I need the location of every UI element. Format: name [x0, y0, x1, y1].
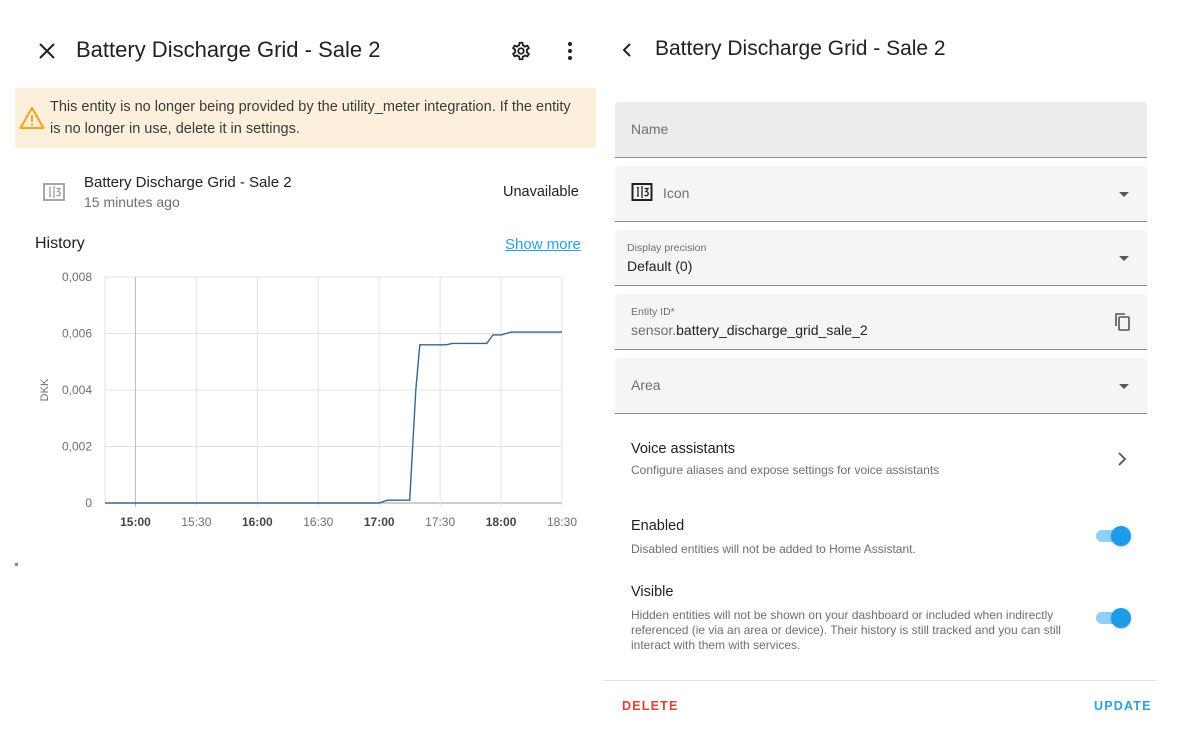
- icon-picker[interactable]: Icon: [615, 166, 1147, 222]
- y-tick-label: 0,006: [62, 327, 92, 341]
- area-picker[interactable]: Area: [615, 358, 1147, 414]
- copy-icon[interactable]: [1113, 312, 1131, 332]
- y-tick-label: 0: [85, 496, 92, 510]
- x-tick-label: 17:30: [425, 515, 455, 529]
- warning-text: This entity is no longer being provided …: [50, 99, 571, 137]
- name-label: Name: [631, 121, 669, 137]
- entity-id-value: sensor.battery_discharge_grid_sale_2: [631, 322, 868, 338]
- entity-info-dialog: Battery Discharge Grid - Sale 2 This ent…: [0, 0, 600, 746]
- chevron-down-icon: [1119, 192, 1129, 197]
- x-tick-label: 15:30: [181, 515, 211, 529]
- entity-id-label: Entity ID*: [631, 306, 675, 318]
- entity-id-prefix: sensor.: [631, 322, 677, 338]
- chevron-down-icon: [1119, 256, 1129, 261]
- voice-assistants-title: Voice assistants: [631, 441, 735, 457]
- series-line: [105, 331, 562, 504]
- toggle-knob: [1111, 608, 1131, 628]
- warning-banner: This entity is no longer being provided …: [15, 88, 596, 148]
- footer-divider: [603, 680, 1157, 681]
- counter-icon: [631, 182, 653, 202]
- entity-state: Unavailable: [503, 184, 579, 200]
- x-tick-label: 18:00: [486, 515, 517, 529]
- visible-desc: Hidden entities will not be shown on you…: [631, 608, 1061, 652]
- y-tick-label: 0,002: [62, 440, 92, 454]
- y-axis-label: DKK: [39, 378, 51, 401]
- enabled-toggle[interactable]: [1094, 525, 1132, 547]
- entity-settings-panel: Battery Discharge Grid - Sale 2 Name Ico…: [603, 0, 1177, 746]
- icon-label: Icon: [663, 185, 690, 201]
- area-label: Area: [631, 377, 661, 393]
- voice-assistants-row[interactable]: Voice assistants Configure aliases and e…: [603, 430, 1163, 490]
- entity-last-changed: 15 minutes ago: [84, 194, 180, 210]
- precision-value: Default (0): [627, 258, 693, 274]
- history-title: History: [35, 235, 85, 252]
- x-tick-label: 16:00: [242, 515, 273, 529]
- delete-button[interactable]: DELETE: [622, 699, 679, 713]
- chevron-left-icon[interactable]: [612, 35, 642, 65]
- show-more-link[interactable]: Show more: [505, 236, 581, 253]
- entity-id-field[interactable]: Entity ID* sensor.battery_discharge_grid…: [615, 294, 1147, 350]
- dialog-title: Battery Discharge Grid - Sale 2: [76, 37, 381, 62]
- x-tick-label: 15:00: [120, 515, 151, 529]
- visible-title: Visible: [631, 584, 674, 600]
- settings-title: Battery Discharge Grid - Sale 2: [655, 37, 946, 60]
- name-field[interactable]: Name: [615, 102, 1147, 158]
- chevron-right-icon: [1117, 451, 1127, 472]
- resize-handle[interactable]: [15, 563, 18, 566]
- voice-assistants-desc: Configure aliases and expose settings fo…: [631, 463, 940, 477]
- y-tick-label: 0,004: [62, 383, 92, 397]
- x-tick-label: 17:00: [364, 515, 395, 529]
- toggle-knob: [1111, 526, 1131, 546]
- display-precision-select[interactable]: Display precision Default (0): [615, 230, 1147, 286]
- chevron-down-icon: [1119, 384, 1129, 389]
- x-tick-label: 18:30: [547, 515, 577, 529]
- entity-name: Battery Discharge Grid - Sale 2: [84, 174, 292, 191]
- counter-icon: [42, 182, 66, 204]
- enabled-desc: Disabled entities will not be added to H…: [631, 542, 916, 556]
- enabled-title: Enabled: [631, 518, 685, 534]
- history-chart: 0 0,002 0,004 0,006 0,008 15:00 15:30 16:00 16:3…: [39, 270, 577, 529]
- gear-icon[interactable]: [506, 36, 536, 66]
- visible-toggle[interactable]: [1094, 607, 1132, 629]
- x-tick-label: 16:30: [303, 515, 333, 529]
- entity-id-object: battery_discharge_grid_sale_2: [676, 322, 868, 338]
- close-icon[interactable]: [32, 36, 62, 66]
- precision-label: Display precision: [627, 242, 707, 254]
- update-button[interactable]: UPDATE: [1094, 699, 1152, 713]
- y-tick-label: 0,008: [62, 270, 92, 284]
- alert-triangle-icon: [19, 106, 45, 130]
- dots-vertical-icon[interactable]: [555, 36, 585, 66]
